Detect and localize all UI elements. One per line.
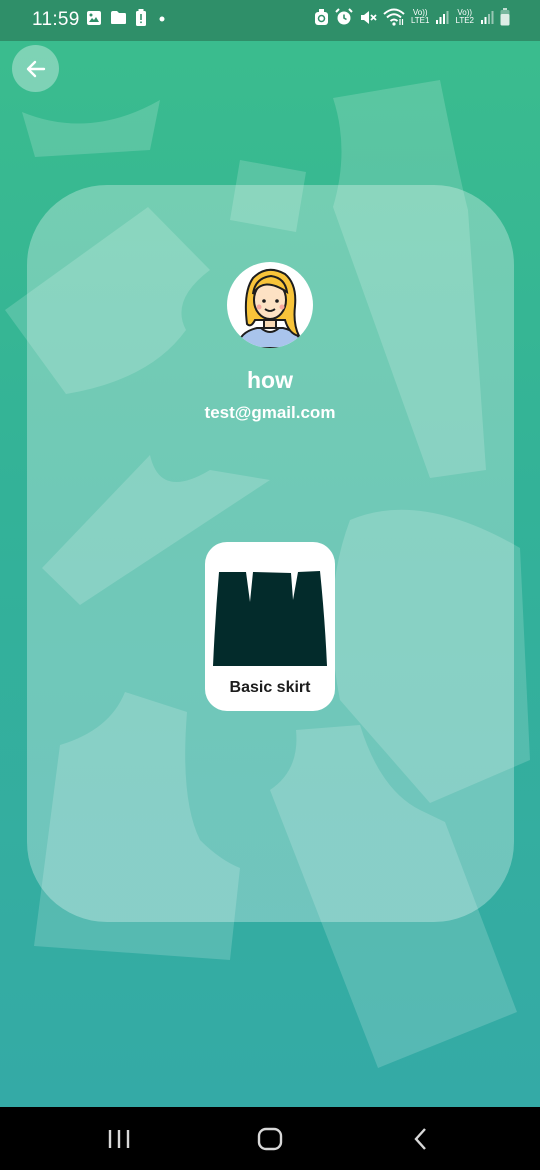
- nav-back-icon: [414, 1128, 426, 1150]
- pattern-label: Basic skirt: [229, 679, 311, 696]
- battery-alert-icon: [136, 9, 146, 26]
- recent-apps-button[interactable]: [99, 1121, 139, 1157]
- home-icon: [257, 1127, 283, 1151]
- lte2-signal-icon: [481, 11, 494, 24]
- user-email: test@gmail.com: [204, 403, 336, 422]
- arrow-left-icon: [26, 60, 45, 77]
- back-button[interactable]: [12, 45, 59, 92]
- lte1-signal-icon: [436, 11, 449, 24]
- status-right-icons: Vo)) LTE1 Vo)) LTE2: [314, 8, 510, 26]
- status-bar: 11:59 Vo)) LTE1 Vo)) LTE2: [0, 0, 540, 41]
- status-left-icons: [86, 9, 169, 26]
- recent-apps-icon: [108, 1130, 130, 1148]
- sim1-label: Vo)) LTE1: [410, 8, 430, 25]
- wifi-icon: [383, 8, 405, 26]
- battery-icon: [500, 8, 510, 26]
- sim2-label: Vo)) LTE2: [455, 8, 474, 25]
- avatar: [227, 262, 313, 348]
- home-button[interactable]: [250, 1121, 290, 1157]
- user-name: how: [247, 367, 293, 393]
- pattern-card-basic-skirt[interactable]: Basic skirt: [205, 542, 335, 711]
- dot-icon: [159, 16, 165, 21]
- alarm-icon: [335, 8, 353, 25]
- skirt-pattern-icon: [213, 571, 327, 666]
- navigation-bar: [0, 1107, 540, 1170]
- recycle-icon: [314, 8, 328, 25]
- mute-icon: [360, 10, 377, 24]
- girl-avatar-icon: [235, 268, 305, 348]
- status-time: 11:59: [32, 9, 80, 30]
- app-screen: 11:59 Vo)) LTE1 Vo)) LTE2 how test@gmail…: [0, 0, 540, 1107]
- image-icon: [87, 10, 101, 25]
- nav-back-button[interactable]: [401, 1121, 441, 1157]
- folder-icon: [111, 11, 126, 24]
